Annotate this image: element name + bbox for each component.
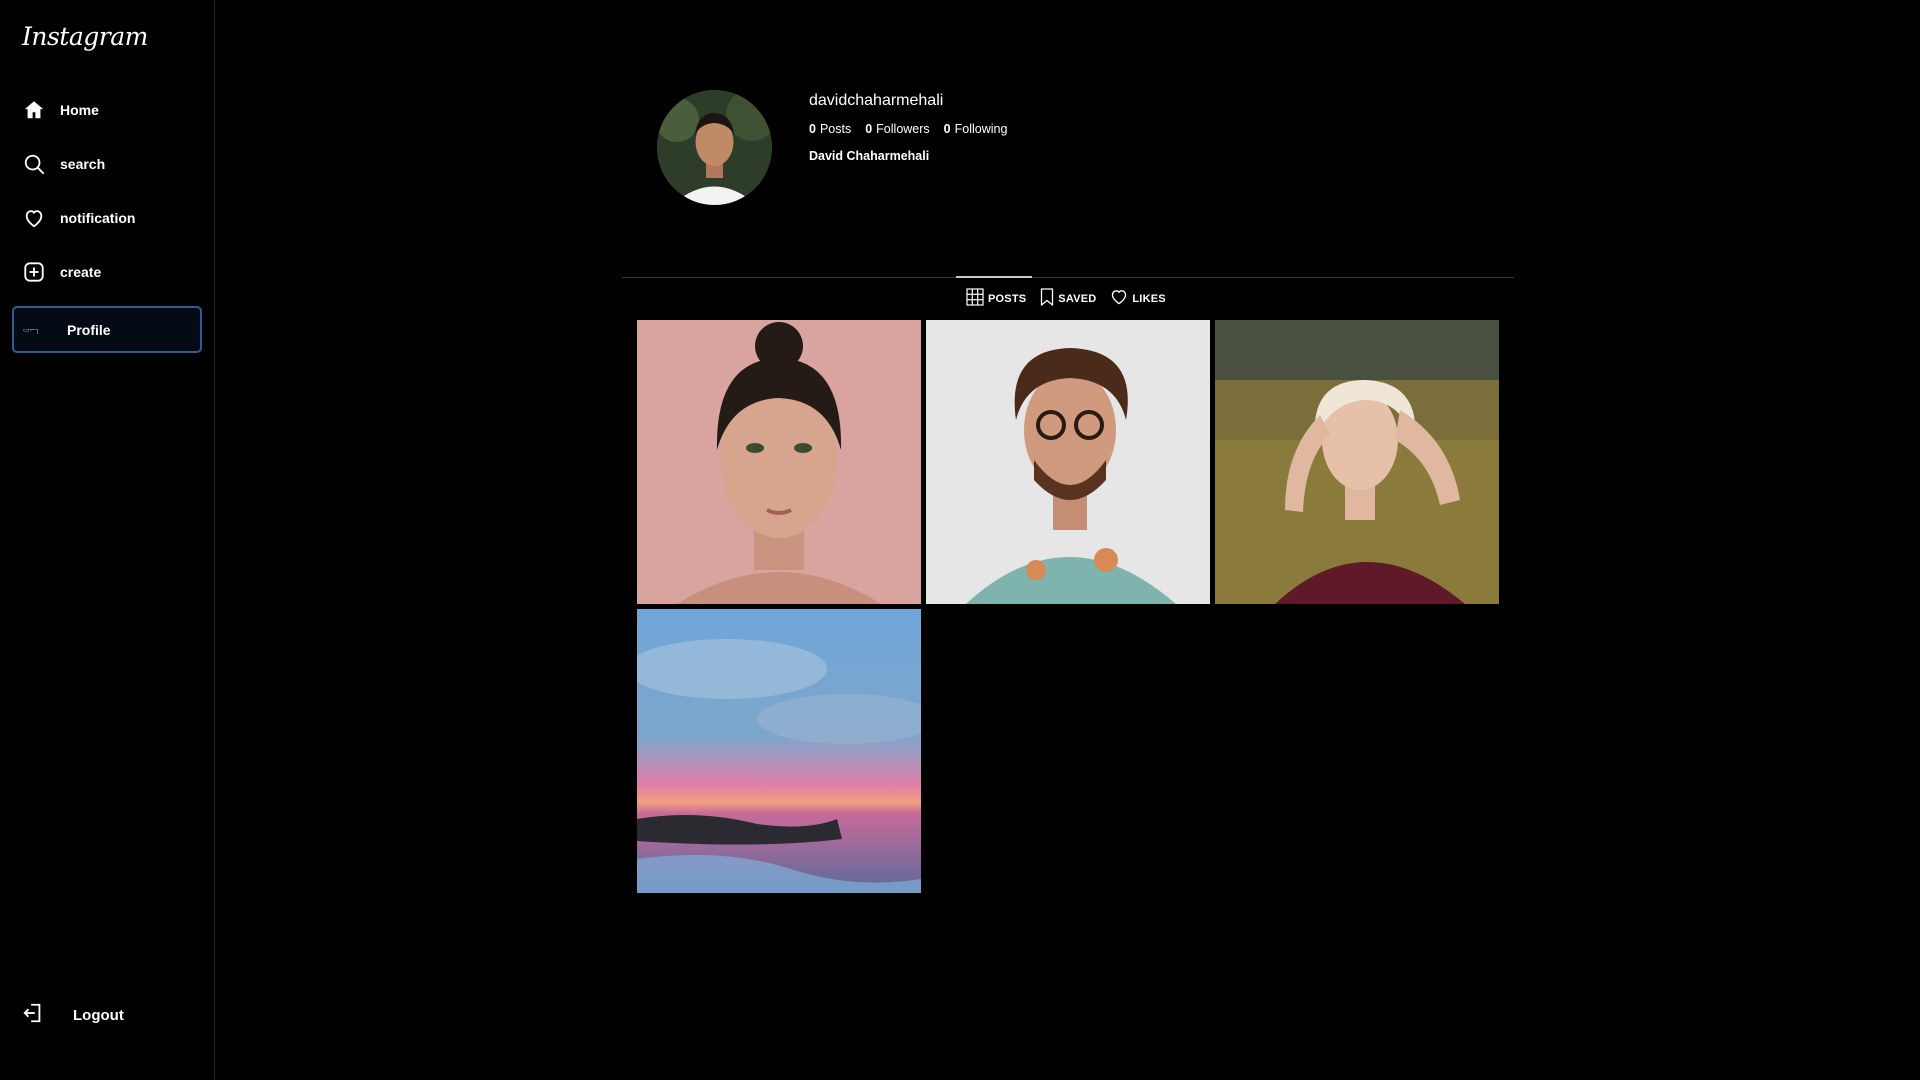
sidebar-item-create[interactable]: create — [12, 249, 202, 295]
followers-label: Followers — [876, 122, 930, 136]
post-thumbnail[interactable] — [637, 320, 921, 604]
logout-label: Logout — [73, 1007, 124, 1024]
sidebar-item-search[interactable]: search — [12, 141, 202, 187]
tab-saved-label: SAVED — [1058, 292, 1097, 305]
tab-saved[interactable]: SAVED — [1040, 288, 1096, 309]
portrait-man-image — [926, 320, 1210, 604]
home-icon — [21, 97, 47, 123]
portrait-woman-image — [637, 320, 921, 604]
followers-stat[interactable]: 0 Followers — [865, 122, 929, 136]
bookmark-icon — [1040, 288, 1054, 309]
followers-count: 0 — [865, 122, 873, 136]
sidebar-item-label: create — [60, 264, 102, 280]
post-thumbnail[interactable] — [926, 320, 1210, 604]
sunset-sea-image — [637, 609, 921, 893]
sidebar: Instagram Home search notification creat… — [0, 0, 215, 1080]
profile-stats: 0 Posts 0 Followers 0 Following — [809, 122, 1007, 136]
following-count: 0 — [943, 122, 951, 136]
plus-square-icon — [21, 259, 47, 285]
search-icon — [21, 151, 47, 177]
sidebar-item-label: Home — [60, 102, 99, 118]
sidebar-item-label: notification — [60, 210, 136, 226]
posts-count: 0 — [809, 122, 816, 136]
sidebar-item-label: Profile — [67, 321, 111, 338]
profile-tabs: POSTS SAVED LIKES — [966, 288, 1166, 309]
grid-icon — [966, 288, 984, 309]
post-thumbnail[interactable] — [637, 609, 921, 893]
tabs-divider — [622, 277, 1514, 278]
instagram-logo[interactable]: Instagram — [22, 22, 148, 51]
sidebar-item-label: search — [60, 156, 106, 172]
heart-icon — [21, 205, 47, 231]
tab-posts-label: POSTS — [988, 292, 1027, 305]
broken-image-icon: ▭⌐┐ — [23, 325, 40, 334]
sidebar-item-home[interactable]: Home — [12, 87, 202, 133]
posts-label: Posts — [819, 122, 852, 136]
portrait-blonde-woman-image — [1215, 320, 1499, 604]
profile-full-name: David Chaharmehali — [809, 149, 930, 163]
posts-stat: 0 Posts — [809, 122, 851, 136]
following-stat[interactable]: 0 Following — [944, 122, 1008, 136]
tab-posts[interactable]: POSTS — [966, 288, 1026, 309]
sidebar-item-notification[interactable]: notification — [12, 195, 202, 241]
logout-button[interactable]: Logout — [22, 1002, 124, 1029]
active-tab-indicator — [956, 276, 1032, 278]
profile-username: davidchaharmehali — [809, 92, 944, 109]
heart-icon — [1110, 289, 1128, 308]
tab-likes-label: LIKES — [1132, 292, 1166, 305]
post-thumbnail[interactable] — [1215, 320, 1499, 604]
logout-icon — [22, 1002, 44, 1029]
tab-likes[interactable]: LIKES — [1110, 288, 1166, 309]
sidebar-item-profile[interactable]: ▭⌐┐ Profile — [12, 306, 202, 353]
following-label: Following — [954, 122, 1008, 136]
avatar[interactable] — [657, 90, 772, 205]
